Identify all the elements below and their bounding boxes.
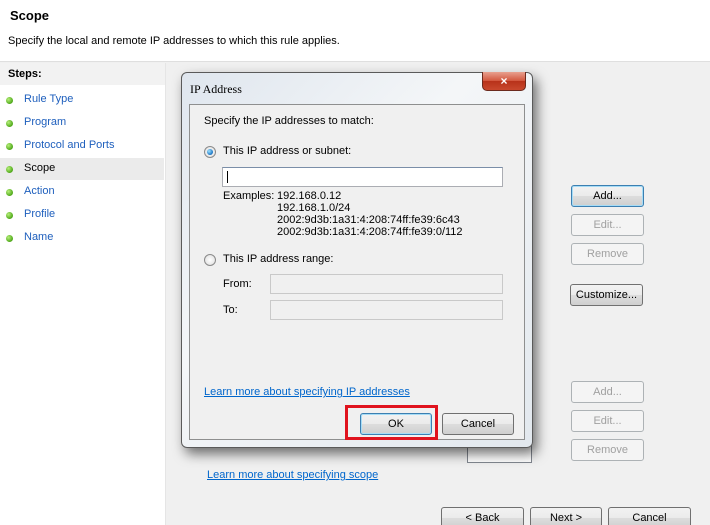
dialog-prompt: Specify the IP addresses to match: <box>204 115 374 127</box>
step-status-icon <box>6 166 13 173</box>
page-subtitle: Specify the local and remote IP addresse… <box>8 35 340 47</box>
local-edit-button[interactable]: Edit... <box>571 214 644 236</box>
step-label: Rule Type <box>24 93 74 105</box>
step-label: Name <box>24 231 54 243</box>
remote-add-button[interactable]: Add... <box>571 381 644 403</box>
back-button[interactable]: < Back <box>441 507 524 525</box>
example-ip: 2002:9d3b:1a31:4:208:74ff:fe39:0/112 <box>277 226 463 238</box>
next-button[interactable]: Next > <box>530 507 602 525</box>
learn-more-scope-link[interactable]: Learn more about specifying scope <box>207 469 378 481</box>
step-label: Protocol and Ports <box>24 139 115 151</box>
step-rule-type[interactable]: Rule Type <box>0 89 164 111</box>
range-radio[interactable] <box>204 254 216 266</box>
remote-edit-button[interactable]: Edit... <box>571 410 644 432</box>
steps-title: Steps: <box>0 63 165 85</box>
close-icon[interactable]: × <box>482 72 526 91</box>
step-status-icon <box>6 235 13 242</box>
ok-button-highlight <box>345 405 438 440</box>
step-program[interactable]: Program <box>0 112 164 134</box>
dialog-client: Specify the IP addresses to match: This … <box>189 104 525 440</box>
step-label: Scope <box>24 162 56 174</box>
example-ip: 192.168.0.12 <box>277 190 342 202</box>
text-caret <box>227 171 228 183</box>
dialog-title: IP Address <box>190 82 242 96</box>
subnet-radio-label[interactable]: This IP address or subnet: <box>223 145 351 157</box>
range-to-input[interactable] <box>270 300 503 320</box>
ip-subnet-input[interactable] <box>222 167 503 187</box>
step-profile[interactable]: Profile <box>0 204 164 226</box>
ip-address-dialog: IP Address × Specify the IP addresses to… <box>181 72 533 448</box>
page-title: Scope <box>10 8 50 23</box>
step-action[interactable]: Action <box>0 181 164 203</box>
step-label: Program <box>24 116 67 128</box>
example-ip: 2002:9d3b:1a31:4:208:74ff:fe39:6c43 <box>277 214 460 226</box>
step-status-icon <box>6 143 13 150</box>
wizard-cancel-button[interactable]: Cancel <box>608 507 691 525</box>
wizard-header: Scope Specify the local and remote IP ad… <box>0 0 710 62</box>
step-status-icon <box>6 212 13 219</box>
step-label: Action <box>24 185 55 197</box>
step-protocol-and-ports[interactable]: Protocol and Ports <box>0 135 164 157</box>
step-status-icon <box>6 120 13 127</box>
dialog-cancel-button[interactable]: Cancel <box>442 413 514 435</box>
step-name[interactable]: Name <box>0 227 164 249</box>
steps-panel: Steps: Rule Type Program Protocol and Po… <box>0 63 166 525</box>
to-label: To: <box>223 304 238 316</box>
range-from-input[interactable] <box>270 274 503 294</box>
local-add-button[interactable]: Add... <box>571 185 644 207</box>
local-remove-button[interactable]: Remove <box>571 243 644 265</box>
learn-more-ip-link[interactable]: Learn more about specifying IP addresses <box>204 386 410 398</box>
remote-remove-button[interactable]: Remove <box>571 439 644 461</box>
step-status-icon <box>6 189 13 196</box>
customize-button[interactable]: Customize... <box>570 284 643 306</box>
subnet-radio[interactable] <box>204 146 216 158</box>
step-label: Profile <box>24 208 56 220</box>
step-status-icon <box>6 97 13 104</box>
from-label: From: <box>223 278 252 290</box>
range-radio-label[interactable]: This IP address range: <box>223 253 333 265</box>
step-scope[interactable]: Scope <box>0 158 164 180</box>
example-ip: 192.168.1.0/24 <box>277 202 351 214</box>
examples-label: Examples: <box>223 190 275 202</box>
